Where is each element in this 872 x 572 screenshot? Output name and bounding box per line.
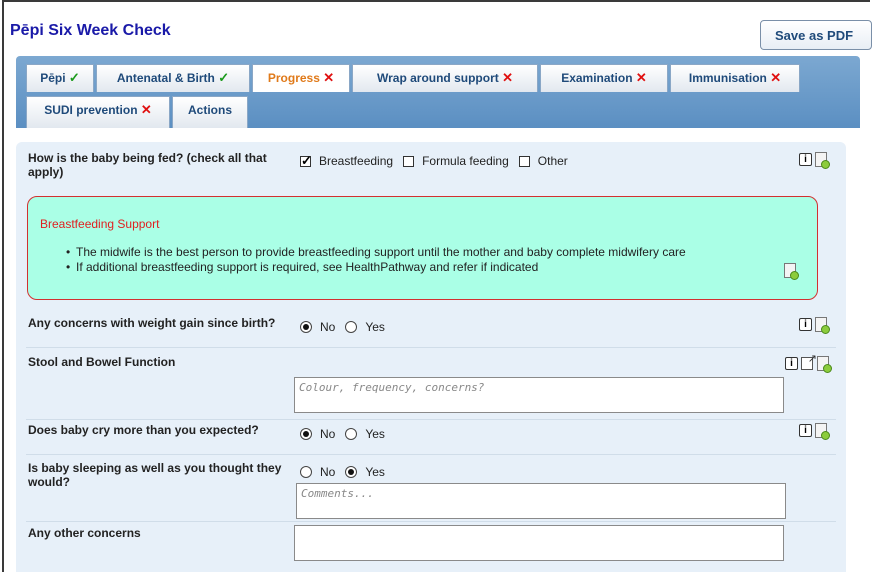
divider — [26, 521, 836, 522]
support-bullet: If additional breastfeeding support is r… — [66, 260, 538, 274]
tab-label: Progress — [267, 71, 320, 85]
add-note-icon[interactable] — [815, 152, 830, 169]
breastfeeding-support-box: Breastfeeding Support The midwife is the… — [27, 196, 818, 300]
checkmark-icon: ✓ — [68, 70, 80, 85]
weight-yes-label: Yes — [365, 320, 385, 334]
cry-yes-label: Yes — [365, 427, 385, 441]
other-label: Other — [537, 154, 568, 168]
weight-no-radio[interactable] — [300, 321, 312, 333]
feeding-question: How is the baby being fed? (check all th… — [28, 151, 267, 179]
tab-examination[interactable]: Examination ✕ — [540, 64, 668, 92]
divider — [26, 454, 836, 455]
other-concerns-question: Any other concerns — [28, 526, 141, 540]
sleep-question: Is baby sleeping as well as you thought … — [28, 461, 282, 489]
stool-question: Stool and Bowel Function — [28, 355, 176, 369]
cry-no-label: No — [320, 427, 336, 441]
support-title: Breastfeeding Support — [40, 217, 160, 231]
feeding-options: Breastfeeding Formula feeding Other — [300, 153, 568, 169]
stool-textarea[interactable]: Colour, frequency, concerns? — [294, 377, 784, 413]
divider — [26, 419, 836, 420]
info-icon[interactable]: i — [785, 357, 798, 370]
support-bullet: The midwife is the best person to provid… — [66, 245, 686, 259]
cross-icon: ✕ — [770, 70, 782, 85]
info-icon[interactable]: i — [799, 424, 812, 437]
tab-label: Pēpi — [40, 71, 66, 85]
page-title: Pēpi Six Week Check — [10, 22, 171, 39]
tab-bar: Pēpi ✓ Antenatal & Birth ✓ Progress ✕ Wr… — [16, 56, 860, 128]
checkmark-icon: ✓ — [218, 70, 230, 85]
add-note-icon[interactable] — [817, 356, 832, 373]
other-concerns-textarea[interactable] — [294, 525, 784, 561]
sleep-yes-label: Yes — [365, 465, 385, 479]
cry-options: No Yes — [300, 427, 385, 441]
add-note-icon[interactable] — [815, 317, 830, 334]
tab-label: Immunisation — [688, 71, 767, 85]
add-note-icon[interactable] — [784, 263, 799, 280]
tab-immunisation[interactable]: Immunisation ✕ — [670, 64, 800, 92]
other-checkbox[interactable] — [518, 155, 530, 167]
divider — [26, 347, 836, 348]
weight-options: No Yes — [300, 320, 385, 334]
weight-question: Any concerns with weight gain since birt… — [28, 316, 276, 330]
sleep-yes-radio[interactable] — [345, 466, 358, 478]
tab-label: Actions — [187, 103, 232, 117]
formula-feeding-checkbox[interactable] — [403, 155, 415, 167]
cross-icon: ✕ — [323, 70, 335, 85]
cross-icon: ✕ — [635, 70, 647, 85]
tab-label: Antenatal & Birth — [116, 71, 215, 85]
popout-icon[interactable] — [801, 352, 817, 370]
info-icon[interactable]: i — [799, 153, 812, 166]
sleep-comments-textarea[interactable]: Comments... — [296, 483, 786, 519]
breastfeeding-checkbox[interactable] — [300, 153, 312, 169]
save-pdf-button[interactable]: Save as PDF — [760, 20, 872, 50]
weight-yes-radio[interactable] — [345, 321, 358, 333]
cross-icon: ✕ — [502, 70, 514, 85]
tab-label: Examination — [561, 71, 633, 85]
add-note-icon[interactable] — [815, 423, 830, 440]
cry-no-radio[interactable] — [300, 428, 312, 440]
tab-label: SUDI prevention — [44, 103, 138, 117]
weight-no-label: No — [320, 320, 336, 334]
sleep-no-radio[interactable] — [300, 466, 312, 478]
sleep-no-label: No — [320, 465, 336, 479]
formula-feeding-label: Formula feeding — [422, 154, 509, 168]
breastfeeding-label: Breastfeeding — [319, 154, 394, 168]
tab-wrap-around-support[interactable]: Wrap around support ✕ — [352, 64, 538, 92]
tab-sudi-prevention[interactable]: SUDI prevention ✕ — [26, 96, 170, 128]
tab-label: Wrap around support — [376, 71, 499, 85]
cross-icon: ✕ — [140, 102, 152, 117]
tab-actions[interactable]: Actions — [172, 96, 248, 128]
sleep-options: No Yes — [300, 465, 385, 479]
cry-question: Does baby cry more than you expected? — [28, 423, 259, 437]
cry-yes-radio[interactable] — [345, 428, 358, 440]
tab-pepi[interactable]: Pēpi ✓ — [26, 64, 94, 92]
tab-antenatal-birth[interactable]: Antenatal & Birth ✓ — [96, 64, 250, 92]
tab-progress[interactable]: Progress ✕ — [252, 64, 350, 92]
info-icon[interactable]: i — [799, 318, 812, 331]
